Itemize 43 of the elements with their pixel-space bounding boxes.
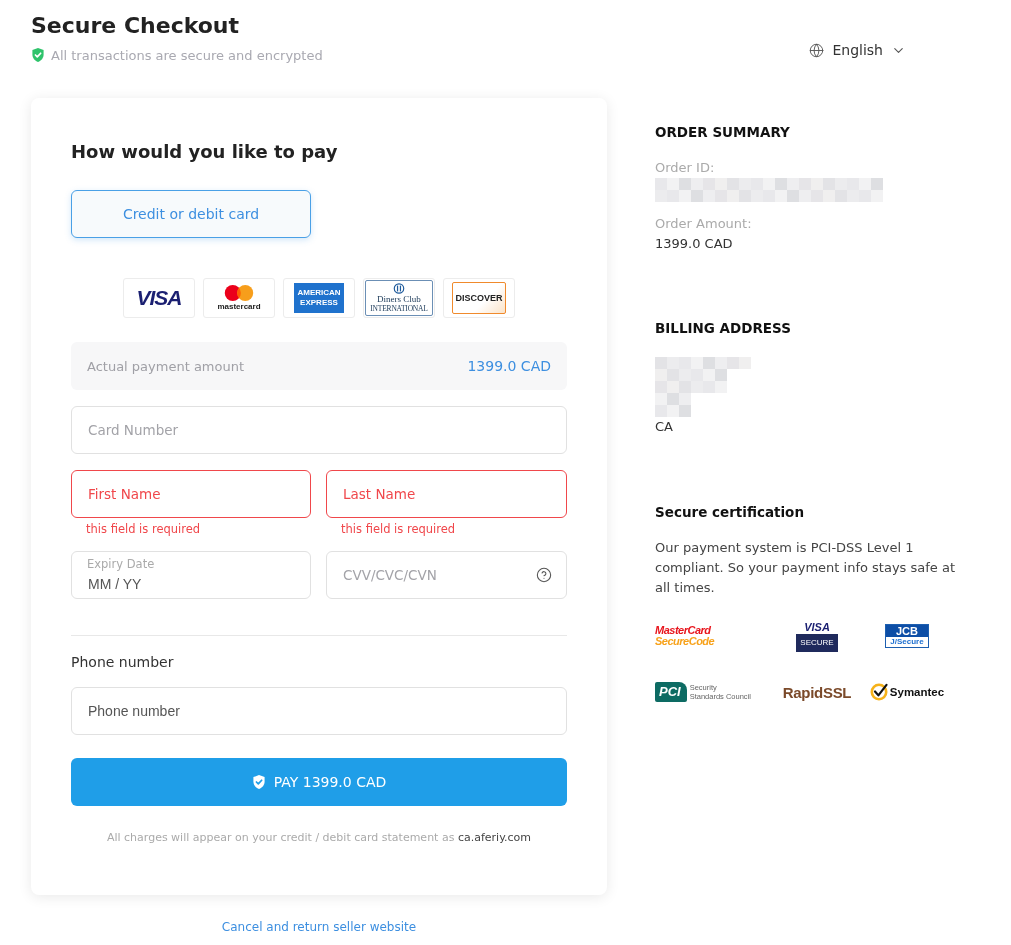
- globe-icon: [809, 42, 825, 58]
- mastercard-wordmark: mastercard: [217, 302, 261, 311]
- diners-emblem-icon: [393, 283, 405, 294]
- visa-secure-logo: VISA SECURE: [796, 620, 838, 652]
- security-note: All transactions are secure and encrypted: [51, 47, 323, 63]
- cancel-link[interactable]: Cancel and return seller website: [221, 918, 417, 936]
- checkmark-seal-icon: [869, 683, 888, 701]
- page-title: Secure Checkout: [31, 12, 240, 40]
- payment-heading: How would you like to pay: [71, 140, 339, 164]
- amount-value: 1399.0 CAD: [467, 358, 551, 374]
- statement-note: All charges will appear on your credit / debit card statement as ca.aferiy.com: [105, 830, 533, 846]
- shield-check-icon: [251, 775, 266, 789]
- cvv-field[interactable]: CVV/CVC/CVN: [326, 551, 567, 599]
- shield-check-icon: [31, 48, 45, 62]
- info-label: Order ID:: [655, 159, 716, 177]
- info-value: 1399.0 CAD: [655, 235, 734, 253]
- visa-logo: VISA: [136, 288, 182, 308]
- language-selector[interactable]: English: [809, 40, 906, 60]
- rapidssl-logo: RapidSSL: [782, 683, 852, 701]
- phone-number-field[interactable]: Phone number: [71, 687, 567, 735]
- security-paragraph: Our payment system is PCI-DSS Level 1 compliant. So your payment info stays safe at all times.: [655, 539, 955, 597]
- jcb-secure-logo: JCB J/Secure: [885, 624, 929, 648]
- phone-label: Phone number: [71, 653, 175, 672]
- address-line: CA: [655, 418, 674, 436]
- expiry-date-label: Expiry Date: [87, 556, 155, 572]
- error-message: this field is required: [340, 521, 457, 537]
- section-heading: Secure certification: [655, 503, 805, 522]
- help-icon[interactable]: [536, 567, 552, 583]
- amount-label: Actual payment amount: [87, 358, 245, 374]
- info-label: Order Amount:: [655, 215, 753, 233]
- securecode-logo: MasterCard SecureCode: [655, 625, 715, 647]
- discover-logo: DISCOVER: [452, 282, 506, 314]
- card-number-field[interactable]: Card Number: [71, 406, 567, 454]
- error-message: this field is required: [85, 521, 202, 537]
- last-name-field[interactable]: Last Name: [326, 470, 567, 518]
- amex-logo: AMERICAN EXPRESS: [294, 283, 344, 313]
- symantec-logo: Symantec: [889, 686, 945, 698]
- section-heading: BILLING ADDRESS: [655, 319, 792, 338]
- payment-method-option[interactable]: Credit or debit card: [71, 190, 311, 238]
- first-name-field[interactable]: First Name: [71, 470, 311, 518]
- overlapping-circles-icon: [223, 285, 255, 301]
- pay-button[interactable]: PAY 1399.0 CAD: [71, 758, 567, 806]
- section-heading: ORDER SUMMARY: [655, 123, 791, 142]
